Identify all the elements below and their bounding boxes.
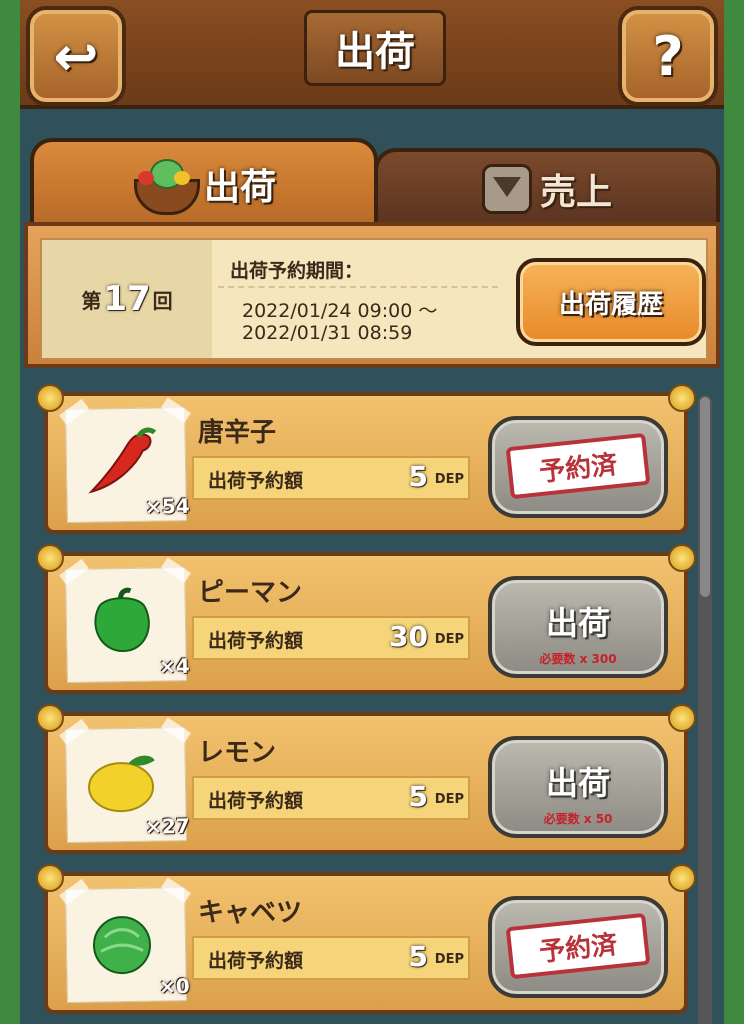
round-indicator: 第 17 回 <box>42 240 212 358</box>
required-quantity: 必要数 x 50 <box>543 812 613 826</box>
amount-unit: DEP <box>434 632 464 647</box>
amount-unit: DEP <box>434 792 464 807</box>
ship-button-label: 出荷 <box>545 604 610 642</box>
item-name: レモン <box>198 738 277 768</box>
round-suffix: 回 <box>152 288 173 313</box>
amount-value: 30 <box>389 620 428 653</box>
item-name: キャベツ <box>198 898 303 928</box>
help-button[interactable]: ? <box>618 6 718 106</box>
item-card-chili: ×54 唐辛子 出荷予約額 5 DEP 予約済 <box>36 384 696 534</box>
ship-button-label: 出荷 <box>545 764 610 802</box>
cabbage-icon <box>93 916 152 975</box>
item-card-green-pepper: ×4 ピーマン 出荷予約額 30 DEP 出荷 必要数 x 300 <box>36 544 696 694</box>
vegetable-basket-icon <box>132 157 200 215</box>
amount-unit: DEP <box>434 472 464 487</box>
emblem-icon <box>481 164 532 214</box>
amount-value: 5 <box>408 460 428 493</box>
game-frame: ↩ 出荷 ? 出荷 売上 第 17 回 出荷予約期間： 2022/01/24 0… <box>20 0 724 1024</box>
period-inner: 第 17 回 出荷予約期間： 2022/01/24 09:00 ～ 2022/0… <box>40 238 708 360</box>
item-name: ピーマン <box>198 578 303 608</box>
question-mark-icon: ? <box>652 24 684 88</box>
item-card-cabbage: ×0 キャベツ 出荷予約額 5 DEP 予約済 <box>36 864 696 1014</box>
pin-icon <box>36 864 64 892</box>
chili-pepper-icon <box>88 427 157 494</box>
required-quantity: 必要数 x 300 <box>539 652 617 666</box>
period-label: 出荷予約期間： <box>230 260 364 282</box>
item-quantity: ×0 <box>158 973 190 999</box>
amount-label: 出荷予約額 <box>208 790 304 812</box>
ship-button[interactable]: 出荷 必要数 x 300 <box>488 576 668 678</box>
item-quantity: ×4 <box>158 653 190 679</box>
amount-value: 5 <box>408 940 428 973</box>
round-prefix: 第 <box>81 288 102 313</box>
scrollbar-thumb[interactable] <box>700 397 710 597</box>
amount-label: 出荷予約額 <box>208 470 304 492</box>
reserved-amount-bar: 出荷予約額 5 DEP <box>192 776 470 820</box>
shipping-period-panel: 第 17 回 出荷予約期間： 2022/01/24 09:00 ～ 2022/0… <box>24 222 720 368</box>
reserved-stamp: 予約済 <box>505 432 651 500</box>
period-start: 2022/01/24 09:00 ～ <box>242 300 438 322</box>
pin-icon <box>668 384 696 412</box>
item-name: 唐辛子 <box>198 418 277 448</box>
pin-icon <box>36 544 64 572</box>
lemon-icon <box>88 755 155 813</box>
item-note: ×0 <box>59 877 192 1004</box>
shipping-history-button[interactable]: 出荷履歴 <box>516 258 706 346</box>
period-divider <box>218 286 498 288</box>
pin-icon <box>668 704 696 732</box>
green-pepper-icon <box>94 587 150 653</box>
reserved-button: 予約済 <box>488 896 668 998</box>
period-end: 2022/01/31 08:59 <box>242 322 413 344</box>
amount-unit: DEP <box>434 952 464 967</box>
tab-shipping-label: 出荷 <box>203 167 276 208</box>
back-button[interactable]: ↩ <box>26 6 126 106</box>
header-bar: ↩ 出荷 ? <box>20 0 724 109</box>
amount-value: 5 <box>408 780 428 813</box>
item-card-lemon: ×27 レモン 出荷予約額 5 DEP 出荷 必要数 x 50 <box>36 704 696 854</box>
pin-icon <box>668 544 696 572</box>
tab-shipping[interactable]: 出荷 <box>30 138 378 226</box>
tab-sales-label: 売上 <box>539 172 612 213</box>
reserved-button: 予約済 <box>488 416 668 518</box>
reserved-amount-bar: 出荷予約額 5 DEP <box>192 936 470 980</box>
pin-icon <box>668 864 696 892</box>
reserved-amount-bar: 出荷予約額 5 DEP <box>192 456 470 500</box>
reserved-stamp: 予約済 <box>505 912 651 980</box>
page-title: 出荷 <box>304 10 446 86</box>
amount-label: 出荷予約額 <box>208 950 304 972</box>
item-note: ×4 <box>59 557 192 684</box>
pin-icon <box>36 384 64 412</box>
item-quantity: ×54 <box>144 493 190 519</box>
tab-sales[interactable]: 売上 <box>374 148 720 226</box>
round-number: 17 <box>103 279 151 319</box>
back-arrow-icon: ↩ <box>53 24 99 88</box>
item-quantity: ×27 <box>144 813 190 839</box>
reserved-amount-bar: 出荷予約額 30 DEP <box>192 616 470 660</box>
item-note: ×54 <box>59 397 192 524</box>
ship-button[interactable]: 出荷 必要数 x 50 <box>488 736 668 838</box>
item-note: ×27 <box>59 717 192 844</box>
pin-icon <box>36 704 64 732</box>
amount-label: 出荷予約額 <box>208 630 304 652</box>
